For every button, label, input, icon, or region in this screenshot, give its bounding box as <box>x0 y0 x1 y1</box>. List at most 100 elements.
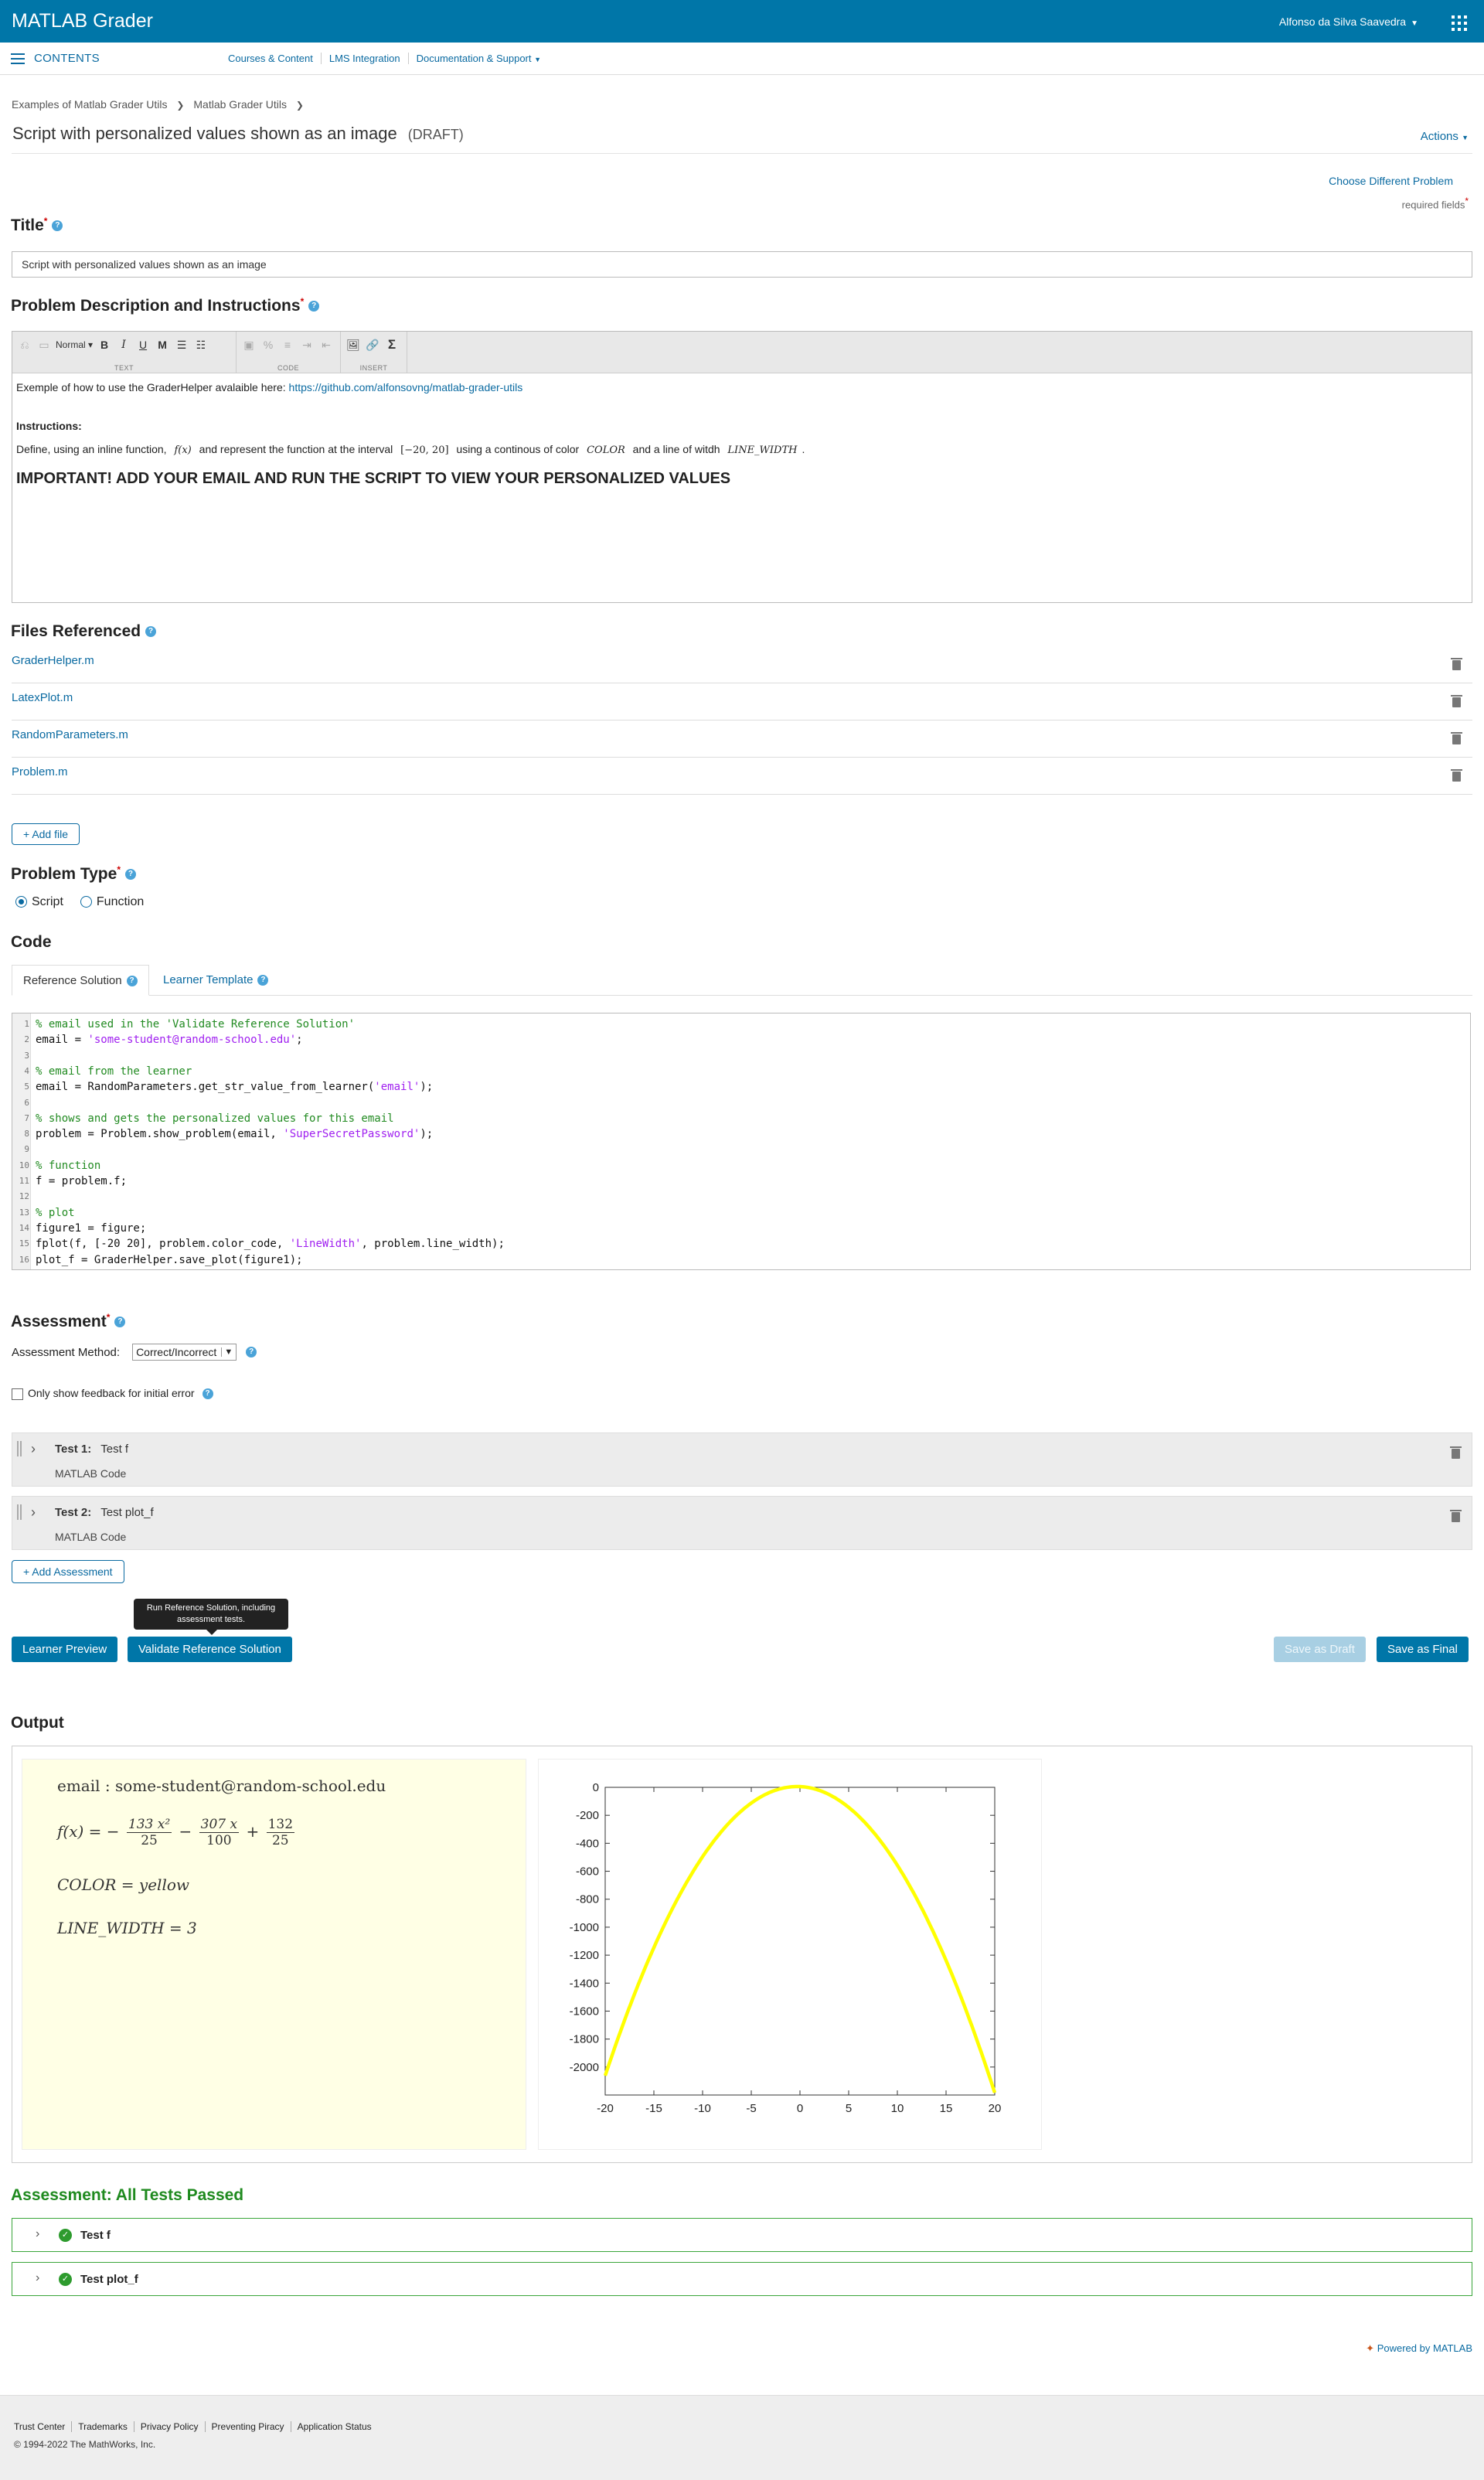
check-circle-icon: ✓ <box>59 2229 72 2242</box>
help-icon[interactable]: ? <box>124 869 136 881</box>
validate-reference-solution-button[interactable]: Validate Reference Solution <box>128 1637 292 1662</box>
help-icon[interactable]: ? <box>114 1317 126 1328</box>
y-tick-label: -1400 <box>570 1977 599 1990</box>
color-line: COLOR = yellow <box>57 1875 189 1894</box>
menu-icon[interactable] <box>11 53 25 64</box>
chevron-right-icon[interactable]: › <box>36 2227 39 2241</box>
code-text: % plot <box>36 1206 75 1219</box>
contents-link[interactable]: CONTENTS <box>34 52 100 65</box>
undo-icon[interactable]: ⎌ <box>17 336 32 353</box>
indent-icon[interactable]: ⇥ <box>299 336 315 353</box>
tab-learner-template[interactable]: Learner Template? <box>152 965 279 996</box>
actions-menu[interactable]: Actions ▼ <box>1421 130 1469 143</box>
trash-icon[interactable] <box>1451 658 1462 670</box>
apps-grid-icon[interactable] <box>1452 15 1467 31</box>
feedback-checkbox[interactable]: Only show feedback for initial error? <box>12 1387 213 1400</box>
file-link[interactable]: Problem.m <box>12 765 68 778</box>
image-icon[interactable]: 🖼 <box>345 336 361 353</box>
breadcrumb-item[interactable]: Examples of Matlab Grader Utils <box>12 98 168 111</box>
matlab-logo-icon: ✦ <box>1366 2342 1375 2354</box>
x-tick-label: -15 <box>645 2102 662 2115</box>
footer-link[interactable]: Trademarks <box>78 2421 134 2432</box>
footer-link[interactable]: Application Status <box>298 2421 378 2432</box>
code-block-icon[interactable]: ▣ <box>241 336 257 353</box>
test-item[interactable]: › Test 1: Test f MATLAB Code <box>12 1432 1472 1487</box>
monospace-button[interactable]: M <box>155 336 170 353</box>
nav-courses-content[interactable]: Courses & Content <box>220 53 322 64</box>
draft-badge: (DRAFT) <box>407 127 464 142</box>
radio-script[interactable]: Script <box>15 895 63 909</box>
equation-icon[interactable]: Σ <box>384 336 400 353</box>
code-editor[interactable]: 1 % email used in the 'Validate Reference… <box>12 1013 1471 1270</box>
x-tick-label: 10 <box>891 2102 904 2115</box>
comment-icon[interactable]: ≡ <box>280 336 295 353</box>
chevron-right-icon[interactable]: › <box>36 2271 39 2285</box>
breadcrumb-item[interactable]: Matlab Grader Utils <box>193 98 287 111</box>
help-icon[interactable]: ? <box>145 626 157 638</box>
nav-lms-integration[interactable]: LMS Integration <box>322 53 409 64</box>
powered-by-matlab[interactable]: ✦ Powered by MATLAB <box>1366 2342 1472 2355</box>
chevron-right-icon[interactable]: › <box>31 1504 36 1521</box>
drag-handle-icon[interactable] <box>17 1504 22 1520</box>
personalized-values-image: email : some-student@random-school.edu f… <box>22 1759 526 2150</box>
trash-icon[interactable] <box>1451 732 1462 744</box>
add-assessment-button[interactable]: + Add Assessment <box>12 1560 124 1583</box>
output-panel: email : some-student@random-school.edu f… <box>12 1746 1472 2163</box>
brand-title[interactable]: MATLAB Grader <box>12 10 153 32</box>
drag-handle-icon[interactable] <box>17 1441 22 1456</box>
file-link[interactable]: GraderHelper.m <box>12 654 94 667</box>
trash-icon[interactable] <box>1451 769 1462 782</box>
file-link[interactable]: LatexPlot.m <box>12 691 73 704</box>
line-number: 16 <box>19 1254 29 1265</box>
help-icon[interactable]: ? <box>308 301 320 312</box>
rich-text-editor[interactable]: ⎌ ▭ Normal ▾ B I U M ☰ ☷ TEXT ▣ % ≡ ⇥ ⇤ … <box>12 331 1472 603</box>
link-icon[interactable]: 🔗 <box>365 336 380 353</box>
result-item[interactable]: › ✓ Test f <box>12 2218 1472 2252</box>
save-final-button[interactable]: Save as Final <box>1377 1637 1469 1662</box>
output-heading: Output <box>11 1714 64 1732</box>
help-icon[interactable]: ? <box>52 220 63 232</box>
footer: Trust Center Trademarks Privacy Policy P… <box>0 2395 1484 2480</box>
outdent-icon[interactable]: ⇤ <box>318 336 334 353</box>
toolbar-group-label: CODE <box>277 364 299 372</box>
save-draft-button[interactable]: Save as Draft <box>1274 1637 1366 1662</box>
function-plot: -20 -15 -10 -5 0 5 10 15 20 0 -200 -400 -600 -800 -100… <box>570 1781 1002 2115</box>
x-tick-label: -20 <box>597 2102 614 2115</box>
add-file-button[interactable]: + Add file <box>12 823 80 845</box>
chevron-right-icon[interactable]: › <box>31 1441 36 1457</box>
learner-preview-button[interactable]: Learner Preview <box>12 1637 118 1662</box>
chevron-right-icon: ❯ <box>295 100 304 111</box>
x-tick-label: 5 <box>846 2102 852 2115</box>
github-link[interactable]: https://github.com/alfonsovng/matlab-gra… <box>289 381 523 393</box>
result-item[interactable]: › ✓ Test plot_f <box>12 2262 1472 2296</box>
trash-icon[interactable] <box>1450 1446 1462 1459</box>
underline-button[interactable]: U <box>135 336 151 353</box>
radio-function[interactable]: Function <box>80 895 144 909</box>
code-heading: Code <box>11 933 52 951</box>
help-icon[interactable]: ? <box>246 1347 257 1358</box>
title-input[interactable]: Script with personalized values shown as… <box>12 251 1472 278</box>
footer-link[interactable]: Privacy Policy <box>141 2421 206 2432</box>
trash-icon[interactable] <box>1451 695 1462 707</box>
numbered-list-icon[interactable]: ☷ <box>193 336 209 353</box>
nav-documentation[interactable]: Documentation & Support ▼ <box>409 53 549 64</box>
format-icon[interactable]: ▭ <box>36 336 52 353</box>
style-dropdown[interactable]: Normal ▾ <box>56 336 93 353</box>
toolbar-group-label: TEXT <box>114 364 134 372</box>
chevron-down-icon: ▼ <box>534 56 542 63</box>
user-menu[interactable]: Alfonso da Silva Saavedra ▼ <box>1279 15 1418 28</box>
trash-icon[interactable] <box>1450 1510 1462 1522</box>
footer-link[interactable]: Trust Center <box>14 2421 73 2432</box>
editor-body[interactable]: Exemple of how to use the GraderHelper a… <box>12 373 1472 500</box>
choose-different-problem-link[interactable]: Choose Different Problem <box>1329 175 1453 187</box>
footer-link[interactable]: Preventing Piracy <box>212 2421 291 2432</box>
percent-icon[interactable]: % <box>260 336 276 353</box>
bullet-list-icon[interactable]: ☰ <box>174 336 189 353</box>
tab-reference-solution[interactable]: Reference Solution? <box>12 965 149 996</box>
assessment-method-select[interactable]: Correct/Incorrect ▼ <box>132 1344 237 1361</box>
test-item[interactable]: › Test 2: Test plot_f MATLAB Code <box>12 1496 1472 1550</box>
bold-button[interactable]: B <box>97 336 112 353</box>
file-link[interactable]: RandomParameters.m <box>12 728 128 741</box>
italic-button[interactable]: I <box>116 336 131 353</box>
toolbar-group-insert: 🖼 🔗 Σ INSERT <box>341 332 407 373</box>
